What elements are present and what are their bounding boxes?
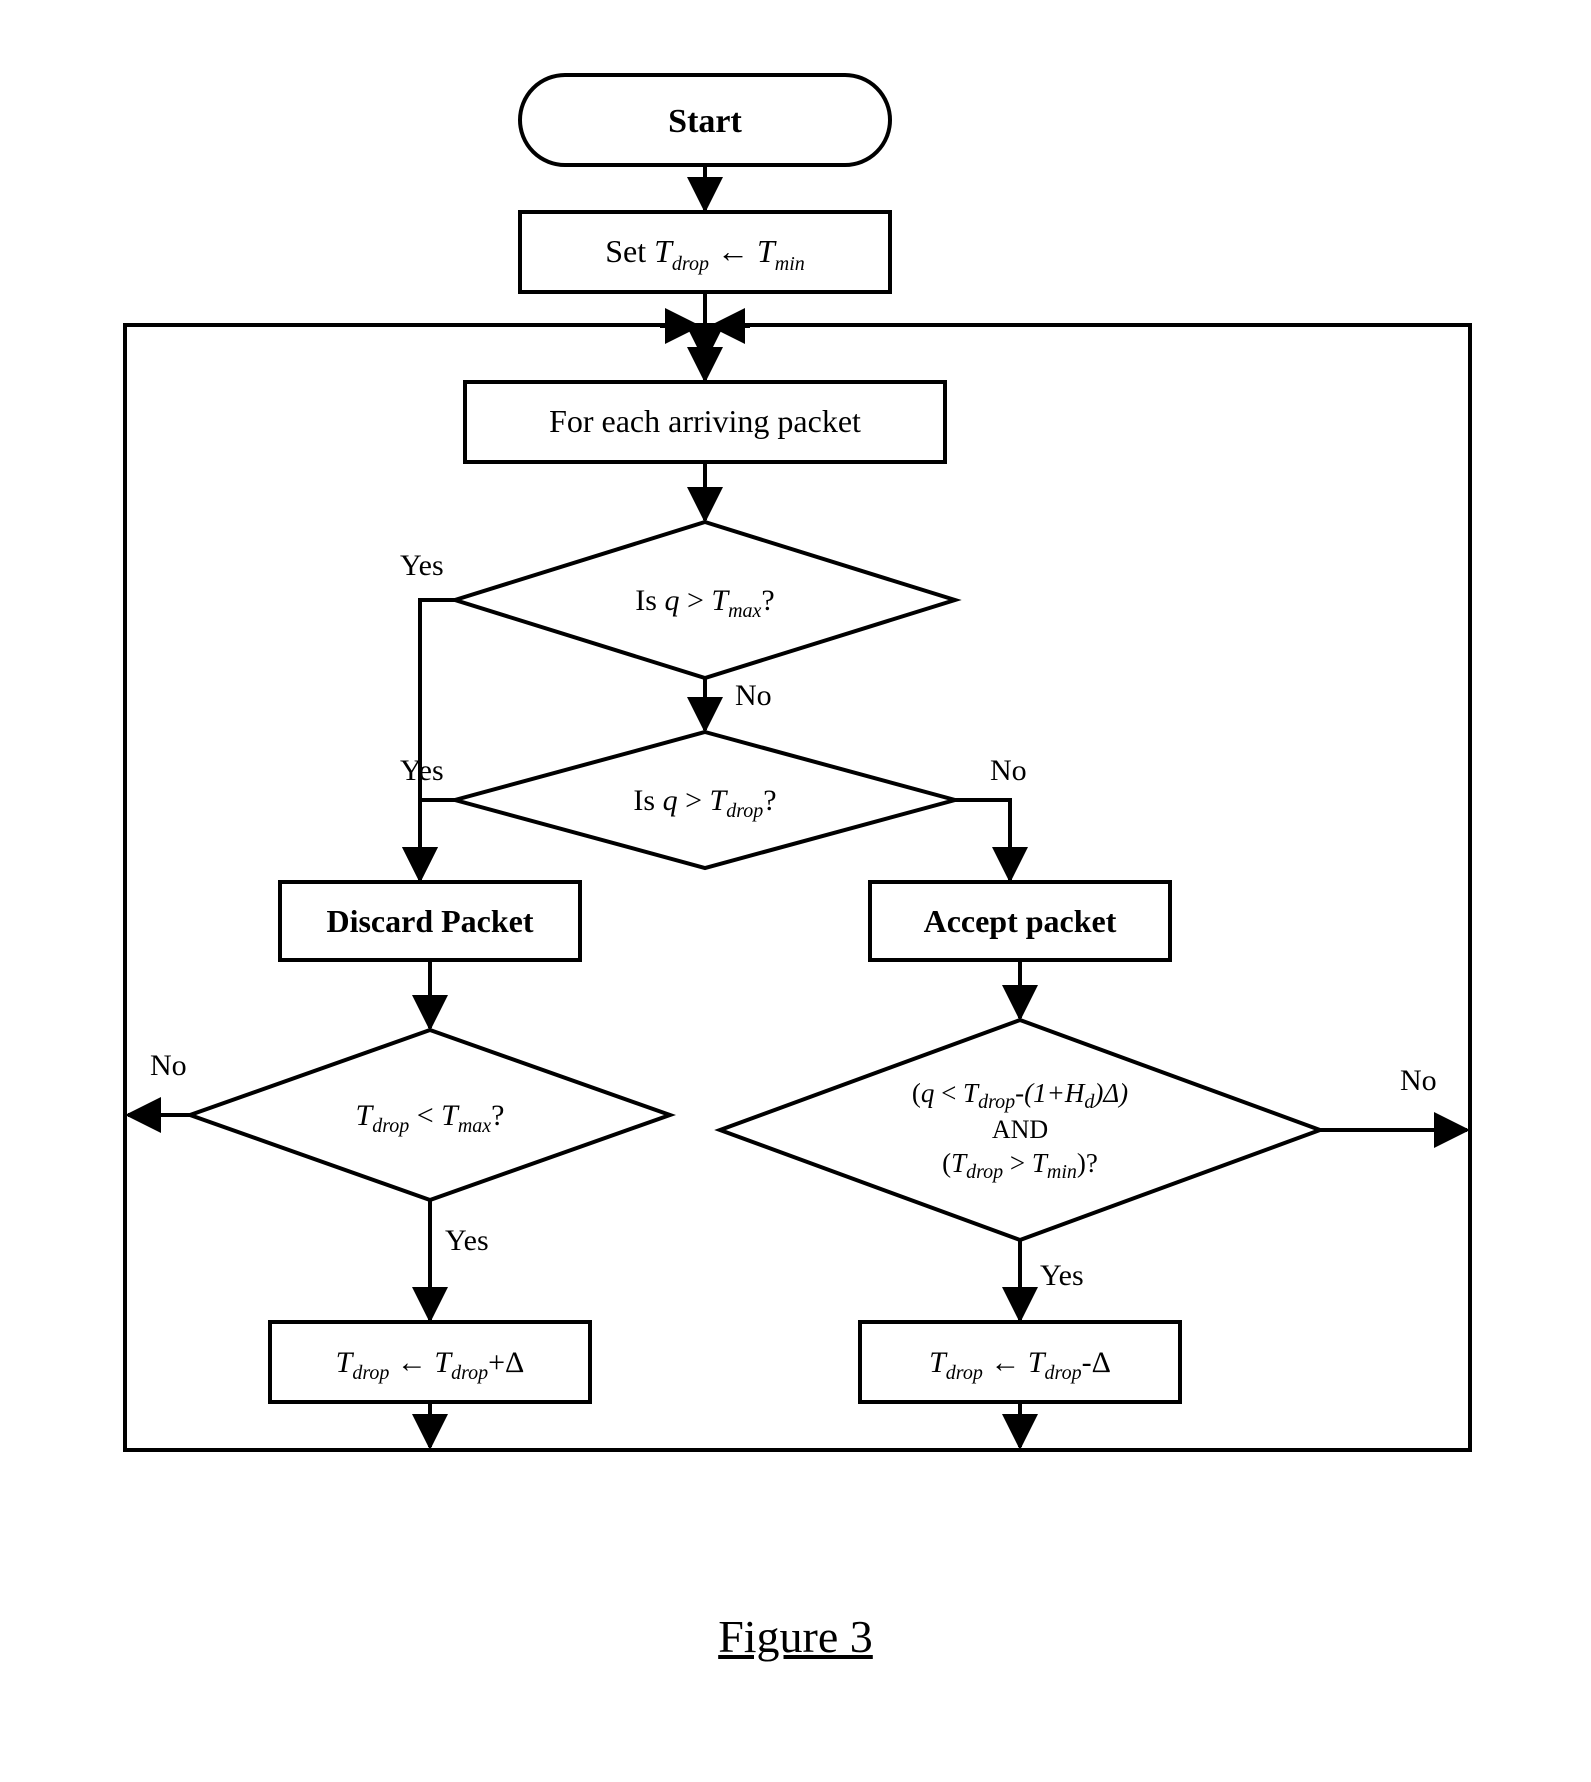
loop-header-box: For each arriving packet [465,382,945,462]
discard-box: Discard Packet [280,882,580,960]
decision-tdrop-tmax: Tdrop < Tmax? [190,1030,670,1200]
arrow-d2-yes [420,800,455,880]
d4-yes-label: Yes [1040,1259,1084,1292]
start-label: Start [668,103,742,140]
decision-hysteresis: (q < Tdrop-(1+Hd)Δ) AND (Tdrop > Tmin)? [720,1020,1320,1240]
d4-line1: (q < Tdrop-(1+Hd)Δ) [912,1078,1128,1113]
assign-minus-delta: Tdrop ← Tdrop-Δ [860,1322,1180,1402]
arrow-d2-no [955,800,1010,880]
assign-plus-delta: Tdrop ← Tdrop+Δ [270,1322,590,1402]
figure-caption: Figure 3 [0,1610,1591,1663]
d1-no-label: No [735,679,772,712]
d2-yes-label: Yes [400,754,444,787]
d3-no-label: No [150,1049,187,1082]
d2-no-label: No [990,754,1027,787]
start-terminator: Start [520,75,890,165]
set-tdrop-box: Set Tdrop ← Tmin [520,212,890,292]
d4-line2: AND [992,1115,1048,1144]
d3-yes-label: Yes [445,1224,489,1257]
decision-q-tmax: Is q > Tmax? [455,522,955,678]
d4-no-label: No [1400,1064,1437,1097]
accept-box: Accept packet [870,882,1170,960]
arrow-d1-yes [420,600,455,880]
discard-text: Discard Packet [326,903,533,939]
accept-text: Accept packet [924,903,1117,939]
decision-q-tdrop: Is q > Tdrop? [455,732,955,868]
d1-yes-label: Yes [400,549,444,582]
loop-header-text: For each arriving packet [549,403,861,439]
